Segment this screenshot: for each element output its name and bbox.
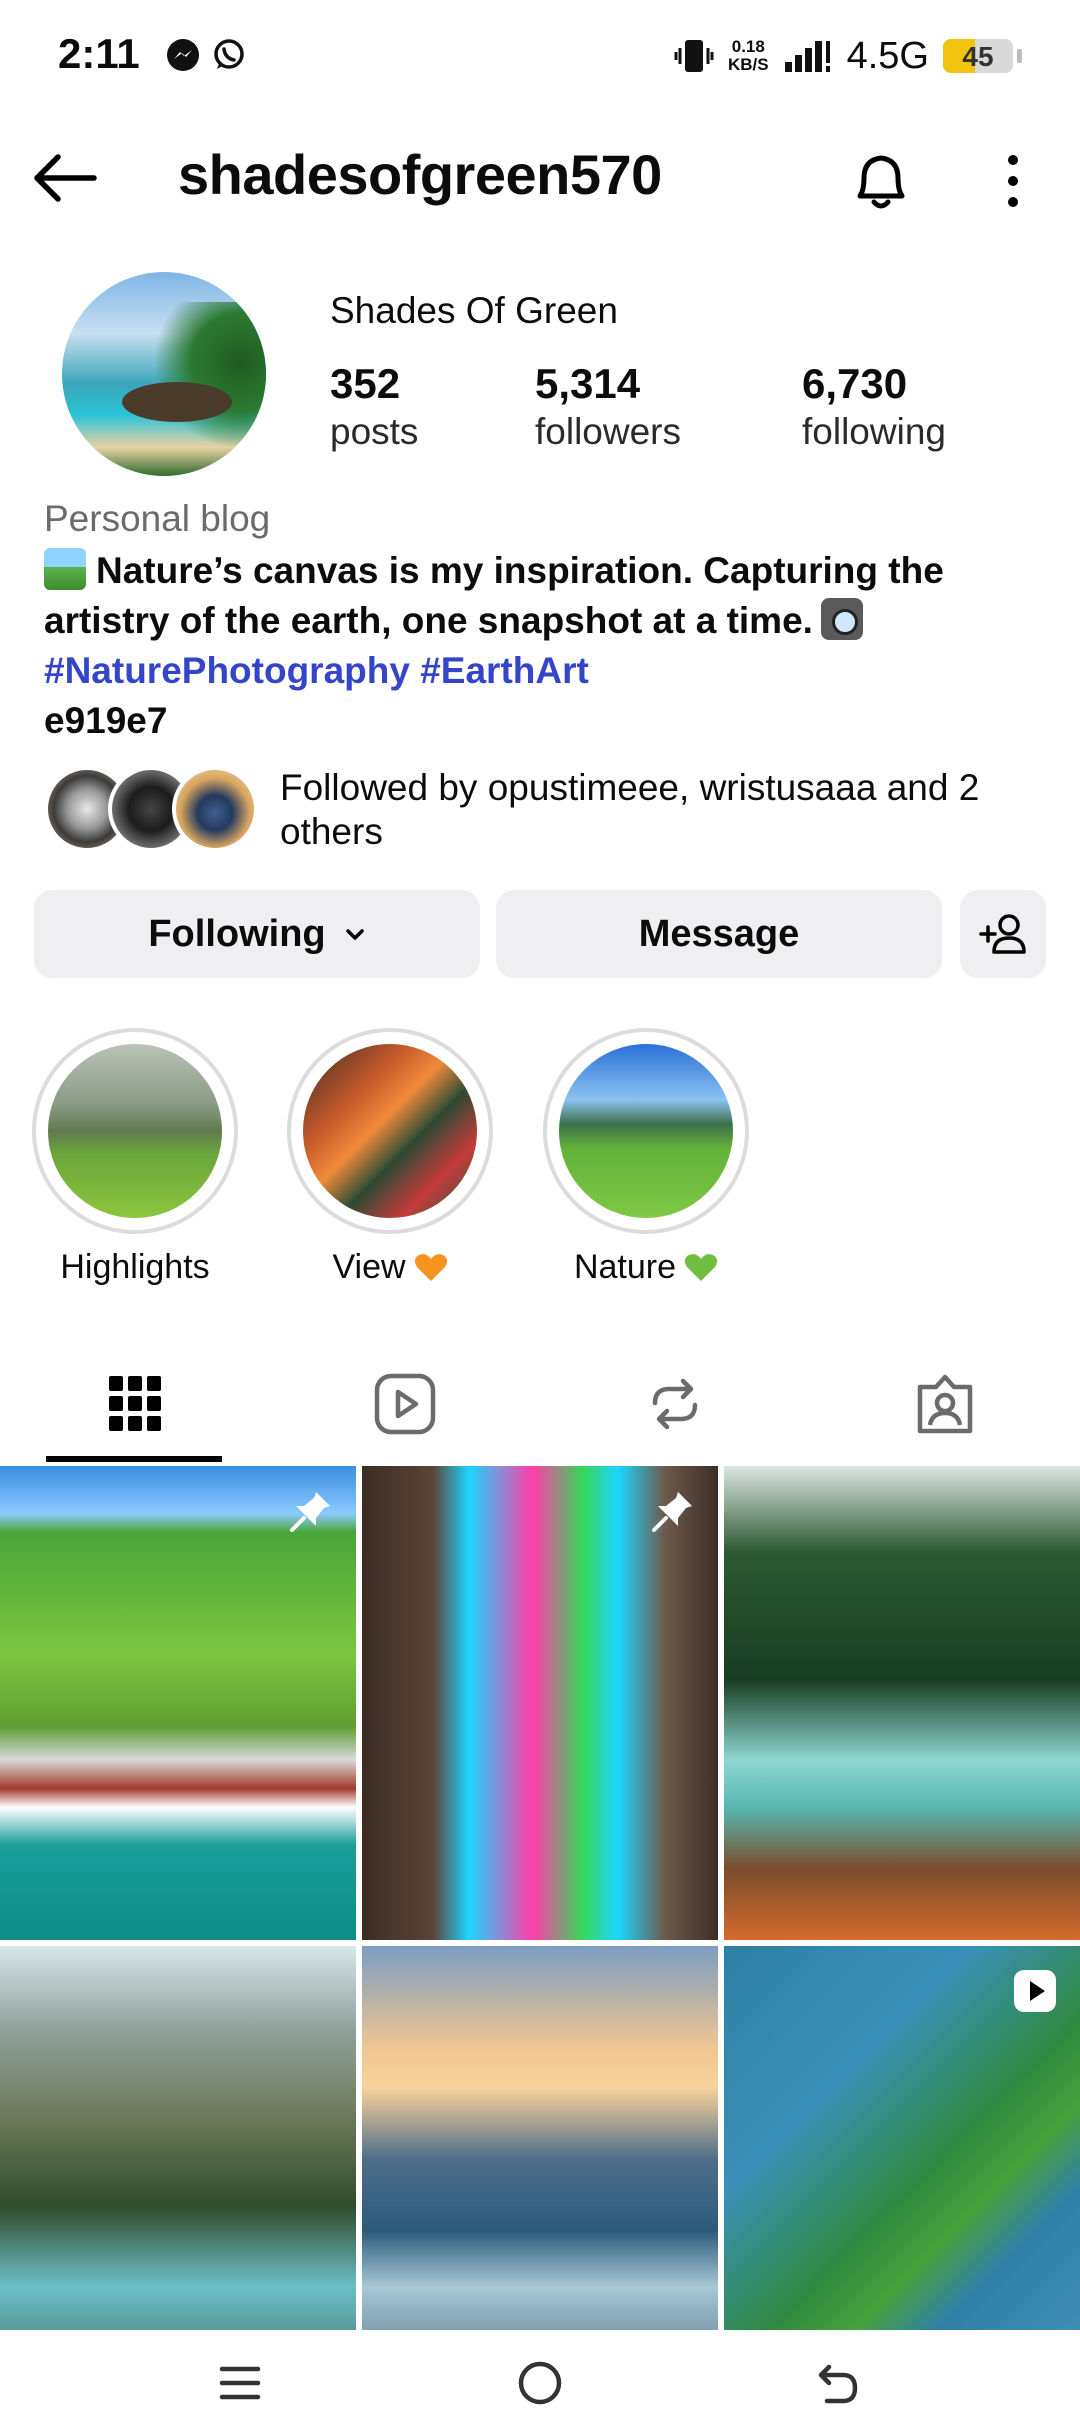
stat-value: 6,730 [802,360,908,407]
highlight-label: Nature [543,1248,749,1287]
post-thumbnail[interactable] [362,1466,718,1940]
stat-value: 5,314 [535,360,641,407]
back-button[interactable] [802,2348,872,2418]
hashtag-link[interactable]: #NaturePhotography [44,650,410,691]
reel-indicator-icon [1014,1970,1056,2012]
stat-label: posts [330,411,419,452]
network-speed: 0.18 KB/S [728,38,769,74]
status-time: 2:11 [58,30,140,77]
highlight-thumbnail [303,1044,477,1218]
chevron-down-icon [345,929,364,940]
mutual-avatar [172,766,258,852]
reposts-icon [652,1378,698,1430]
mutual-names: opustimeee, wristusaaa [487,767,877,808]
highlight-thumbnail [559,1044,733,1218]
bio-code: e919e7 [44,700,168,741]
highlight-item[interactable]: View [287,1028,493,1287]
speed-value: 0.18 [731,37,765,56]
highlight-item[interactable]: Highlights [32,1028,238,1287]
camera-flash-emoji-icon [820,598,863,640]
messenger-icon [167,39,199,71]
tab-reposts[interactable] [540,1346,810,1462]
reels-icon [374,1373,436,1435]
status-bar: 2:11 0.18 KB/S 4.5G 45 [0,0,1080,112]
profile-bio: Nature’s canvas is my inspiration. Captu… [44,546,1044,746]
pin-icon [652,1492,692,1532]
highlight-item[interactable]: Nature [543,1028,749,1287]
avatar-palm [156,302,266,452]
landscape-emoji-icon [44,548,86,590]
tab-grid[interactable] [0,1346,270,1462]
bio-text: Nature’s canvas is my inspiration. Captu… [44,550,944,641]
following-button[interactable]: Following [34,890,480,978]
profile-tabs [0,1346,1080,1462]
menu-icon [219,2366,261,2400]
grid-icon [109,1376,161,1431]
avatar-rock [122,382,232,422]
recent-apps-button[interactable] [205,2348,275,2418]
tab-reels[interactable] [270,1346,540,1462]
stat-value: 352 [330,360,401,407]
profile-category: Personal blog [44,498,271,539]
mutual-prefix: Followed by [280,767,488,808]
highlight-label: View [287,1248,493,1287]
suggested-users-button[interactable] [960,890,1046,978]
stat-followers[interactable]: 5,314 followers [535,360,681,456]
more-options-icon[interactable] [1000,148,1026,214]
post-thumbnail[interactable] [0,1466,356,1940]
tab-active-indicator [46,1456,222,1462]
pin-icon [290,1492,330,1532]
hashtag-link[interactable]: #EarthArt [420,650,589,691]
tagged-icon [917,1374,973,1434]
stat-label: followers [535,411,681,452]
tab-tagged[interactable] [810,1346,1080,1462]
battery-level: 45 [962,41,994,72]
profile-header: shadesofgreen570 [0,130,1080,226]
mutual-followers-text: Followed by opustimeee, wristusaaa and 2… [280,766,1080,854]
network-type: 4.5G [846,34,929,77]
post-thumbnail[interactable] [724,1466,1080,1940]
highlight-ring [287,1028,493,1234]
message-button[interactable]: Message [496,890,942,978]
highlight-ring [32,1028,238,1234]
whatsapp-icon [214,39,244,69]
battery-tip [1017,49,1022,63]
highlight-label: Highlights [32,1248,238,1287]
highlight-text: Nature [573,1248,677,1286]
highlight-ring [543,1028,749,1234]
stat-label: following [802,411,946,452]
highlight-text: View [332,1248,406,1286]
stat-following[interactable]: 6,730 following [802,360,946,456]
message-label: Message [638,912,800,955]
green-heart-icon [684,1254,718,1281]
header-username: shadesofgreen570 [178,143,662,206]
system-navigation-bar [0,2330,1080,2436]
stat-posts[interactable]: 352 posts [330,360,418,456]
mutual-followers[interactable]: Followed by opustimeee, wristusaaa and 2… [44,766,1044,856]
home-circle-icon [518,2361,562,2405]
highlight-text: Highlights [60,1248,210,1286]
home-button[interactable] [505,2348,575,2418]
back-nav-icon [818,2364,858,2404]
bell-icon[interactable] [850,148,912,214]
status-right: 0.18 KB/S 4.5G 45 [674,28,1022,84]
highlight-thumbnail [48,1044,222,1218]
speed-unit: KB/S [727,55,769,74]
profile-avatar[interactable] [62,272,266,476]
orange-heart-icon [414,1254,447,1281]
following-label: Following [148,912,326,955]
back-arrow-icon[interactable] [32,152,98,204]
add-user-icon [979,914,1026,954]
vibrate-icon [674,40,714,72]
signal-icon [784,41,830,72]
battery-icon: 45 [943,39,1013,73]
display-name: Shades Of Green [330,290,618,331]
